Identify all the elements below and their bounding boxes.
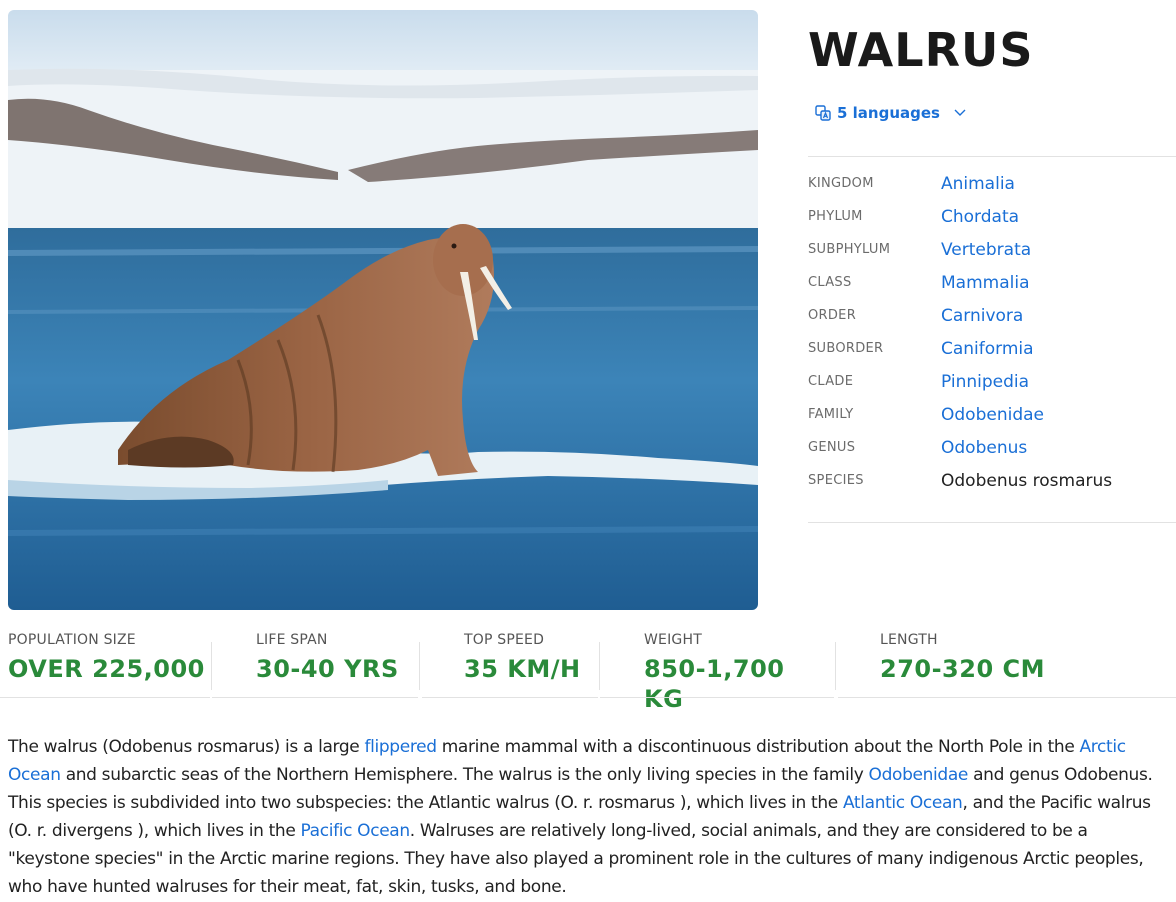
stat-label: POPULATION SIZE — [8, 632, 136, 648]
stat-separator — [599, 642, 600, 690]
translate-icon — [815, 105, 831, 121]
page-title: WALRUS — [808, 23, 1034, 77]
taxonomy-row-suborder: SUBORDER Caniformia — [808, 332, 1176, 365]
taxonomy-label: SUBORDER — [808, 341, 884, 356]
taxonomy-link-suborder[interactable]: Caniformia — [941, 339, 1034, 359]
link-atlantic-ocean[interactable]: Atlantic Ocean — [843, 793, 963, 813]
stat-length: LENGTH 270-320 CM — [880, 630, 1060, 698]
taxonomy-row-order: ORDER Carnivora — [808, 299, 1176, 332]
taxonomy-label: KINGDOM — [808, 176, 874, 191]
description-text: and subarctic seas of the Northern Hemis… — [60, 765, 869, 785]
stats-strip: POPULATION SIZE OVER 225,000 LIFE SPAN 3… — [0, 630, 1176, 713]
taxonomy-row-kingdom: KINGDOM Animalia — [808, 167, 1176, 200]
taxonomy-label: SPECIES — [808, 473, 864, 488]
stat-label: LENGTH — [880, 632, 938, 648]
description-text: The walrus (Odobenus rosmarus) is a larg… — [8, 737, 365, 757]
stat-value: 270-320 CM — [880, 655, 1046, 683]
taxonomy-link-kingdom[interactable]: Animalia — [941, 174, 1015, 194]
taxonomy-label: GENUS — [808, 440, 856, 455]
stat-value: OVER 225,000 — [8, 655, 205, 683]
stat-label: WEIGHT — [644, 632, 702, 648]
stat-value: 35 KM/H — [464, 655, 581, 683]
taxonomy-row-genus: GENUS Odobenus — [808, 431, 1176, 464]
stat-divider — [422, 697, 598, 698]
taxonomy-label: SUBPHYLUM — [808, 242, 891, 257]
stat-weight: WEIGHT 850-1,700 KG — [644, 630, 830, 713]
taxonomy-label: ORDER — [808, 308, 857, 323]
taxonomy-label: CLADE — [808, 374, 854, 389]
chevron-down-icon — [954, 109, 966, 117]
stat-divider — [212, 697, 418, 698]
taxonomy-link-clade[interactable]: Pinnipedia — [941, 372, 1029, 392]
stat-lifespan: LIFE SPAN 30-40 YRS — [256, 630, 416, 698]
stat-separator — [835, 642, 836, 690]
taxonomy-row-class: CLASS Mammalia — [808, 266, 1176, 299]
taxonomy-row-phylum: PHYLUM Chordata — [808, 200, 1176, 233]
taxonomy-link-genus[interactable]: Odobenus — [941, 438, 1027, 458]
stat-divider — [838, 697, 1176, 698]
link-pacific-ocean[interactable]: Pacific Ocean — [301, 821, 411, 841]
link-odobenidae[interactable]: Odobenidae — [869, 765, 969, 785]
taxonomy-value-species: Odobenus rosmarus — [941, 470, 1113, 491]
link-flippered[interactable]: flippered — [364, 737, 437, 757]
taxonomy-row-clade: CLADE Pinnipedia — [808, 365, 1176, 398]
stat-top-speed: TOP SPEED 35 KM/H — [464, 630, 594, 698]
taxonomy-link-phylum[interactable]: Chordata — [941, 207, 1019, 227]
stat-value: 30-40 YRS — [256, 655, 399, 683]
stat-label: LIFE SPAN — [256, 632, 328, 648]
taxonomy-link-order[interactable]: Carnivora — [941, 306, 1023, 326]
stat-divider — [0, 697, 210, 698]
taxonomy-row-species: SPECIES Odobenus rosmarus — [808, 464, 1176, 497]
languages-label: 5 languages — [837, 104, 940, 122]
taxonomy-divider-bottom — [808, 522, 1176, 523]
stat-label: TOP SPEED — [464, 632, 545, 648]
stat-divider — [600, 697, 834, 698]
taxonomy-link-subphylum[interactable]: Vertebrata — [941, 240, 1031, 260]
taxonomy-link-family[interactable]: Odobenidae — [941, 405, 1044, 425]
stat-value: 850-1,700 KG — [644, 655, 785, 713]
taxonomy-row-subphylum: SUBPHYLUM Vertebrata — [808, 233, 1176, 266]
description-text: marine mammal with a discontinuous distr… — [436, 737, 1080, 757]
taxonomy-link-class[interactable]: Mammalia — [941, 273, 1030, 293]
taxonomy-label: PHYLUM — [808, 209, 863, 224]
taxonomy-label: CLASS — [808, 275, 852, 290]
taxonomy-row-family: FAMILY Odobenidae — [808, 398, 1176, 431]
taxonomy-label: FAMILY — [808, 407, 854, 422]
taxonomy-divider-top — [808, 156, 1176, 157]
stat-population: POPULATION SIZE OVER 225,000 — [8, 630, 208, 698]
walrus-photo — [8, 10, 758, 610]
stat-separator — [211, 642, 212, 690]
description-paragraph: The walrus (Odobenus rosmarus) is a larg… — [8, 733, 1174, 901]
stat-separator — [419, 642, 420, 690]
taxonomy-table: KINGDOM Animalia PHYLUM Chordata SUBPHYL… — [808, 167, 1176, 497]
languages-button[interactable]: 5 languages — [815, 104, 966, 122]
